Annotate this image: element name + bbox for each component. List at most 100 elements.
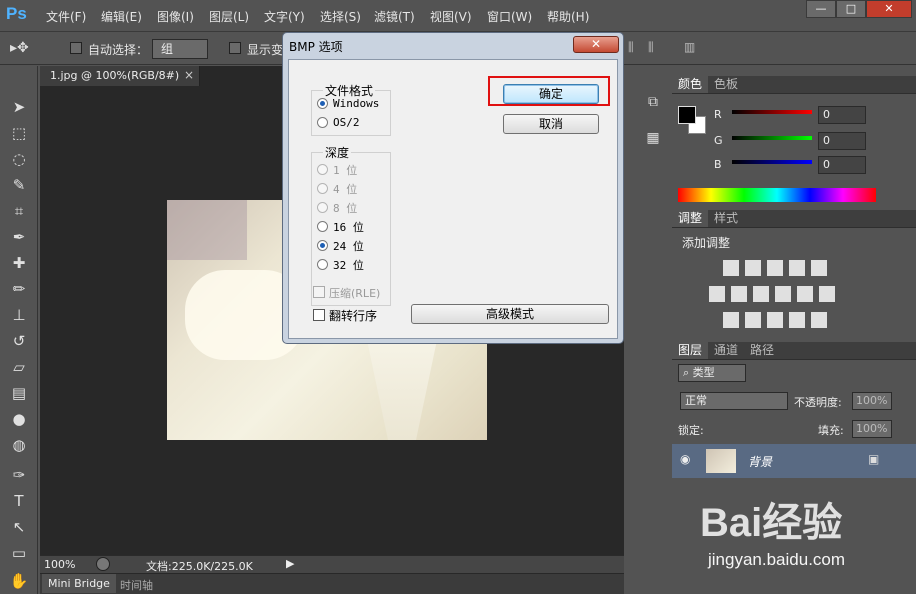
format-windows-radio[interactable] — [317, 98, 328, 109]
hand-tool-icon[interactable]: ✋ — [8, 570, 30, 592]
close-window-button[interactable]: ✕ — [866, 0, 912, 18]
quick-select-tool-icon[interactable]: ✎ — [8, 174, 30, 196]
color-balance-adjust-icon[interactable] — [731, 286, 747, 302]
dialog-close-button[interactable]: ✕ — [573, 36, 619, 53]
dodge-tool-icon[interactable]: ◍ — [8, 434, 30, 456]
curves-adjust-icon[interactable] — [767, 260, 783, 276]
depth-24-radio[interactable] — [317, 240, 328, 251]
tab-color[interactable]: 颜色 — [672, 76, 709, 93]
marquee-tool-icon[interactable]: ⬚ — [8, 122, 30, 144]
brush-tool-icon[interactable]: ✏ — [8, 278, 30, 300]
menu-filter[interactable]: 滤镜(T) — [374, 8, 415, 25]
vibrance-adjust-icon[interactable] — [811, 260, 827, 276]
auto-select-checkbox[interactable] — [70, 42, 82, 54]
hue-sat-adjust-icon[interactable] — [709, 286, 725, 302]
eyedropper-tool-icon[interactable]: ✒ — [8, 226, 30, 248]
history-brush-tool-icon[interactable]: ↺ — [8, 330, 30, 352]
channel-b-slider[interactable] — [732, 160, 812, 164]
tab-channels[interactable]: 通道 — [708, 342, 744, 359]
healing-brush-tool-icon[interactable]: ✚ — [8, 252, 30, 274]
depth-8-radio[interactable] — [317, 202, 328, 213]
layer-visibility-eye-icon[interactable]: ◉ — [680, 452, 690, 466]
selective-color-adjust-icon[interactable] — [789, 312, 805, 328]
exposure-adjust-icon[interactable] — [789, 260, 805, 276]
depth-24-label[interactable]: 24 位 — [333, 238, 364, 254]
depth-1-radio[interactable] — [317, 164, 328, 175]
history-panel-icon[interactable]: ⧉ — [644, 94, 662, 112]
menu-edit[interactable]: 编辑(E) — [101, 8, 142, 25]
tab-timeline[interactable]: 时间轴 — [120, 577, 153, 593]
tab-adjustments[interactable]: 调整 — [672, 210, 709, 227]
channel-r-value[interactable]: 0 — [818, 106, 866, 124]
auto-select-dropdown[interactable]: 组 — [152, 39, 208, 59]
channel-mixer-adjust-icon[interactable] — [797, 286, 813, 302]
flip-row-order-label[interactable]: 翻转行序 — [329, 307, 377, 324]
menu-image[interactable]: 图像(I) — [157, 8, 194, 25]
minimize-button[interactable]: — — [806, 0, 836, 18]
depth-32-label[interactable]: 32 位 — [333, 257, 364, 273]
format-os2-radio[interactable] — [317, 117, 328, 128]
bw-adjust-icon[interactable] — [753, 286, 769, 302]
channel-g-value[interactable]: 0 — [818, 132, 866, 150]
move-tool-icon[interactable]: ▸✥ — [10, 40, 29, 56]
menu-select[interactable]: 选择(S) — [320, 8, 361, 25]
flip-row-order-checkbox[interactable] — [313, 309, 325, 321]
channel-r-slider[interactable] — [732, 110, 812, 114]
cancel-button[interactable]: 取消 — [503, 114, 599, 134]
format-windows-label[interactable]: Windows — [333, 97, 379, 110]
maximize-button[interactable]: □ — [836, 0, 866, 18]
levels-adjust-icon[interactable] — [745, 260, 761, 276]
show-transform-checkbox[interactable] — [229, 42, 241, 54]
channel-b-value[interactable]: 0 — [818, 156, 866, 174]
photo-filter-adjust-icon[interactable] — [775, 286, 791, 302]
document-tab-close-icon[interactable]: × — [184, 68, 194, 82]
tab-paths[interactable]: 路径 — [744, 342, 780, 359]
invert-adjust-icon[interactable] — [723, 312, 739, 328]
zoom-level[interactable]: 100% — [44, 558, 75, 571]
menu-help[interactable]: 帮助(H) — [547, 8, 589, 25]
menu-layer[interactable]: 图层(L) — [209, 8, 249, 25]
auto-align-icon[interactable]: ▥ — [684, 40, 695, 54]
fill-input[interactable]: 100% — [852, 420, 892, 438]
move-tool-icon[interactable]: ➤ — [8, 96, 30, 118]
document-tab[interactable]: 1.jpg @ 100%(RGB/8#) × — [40, 66, 200, 86]
depth-32-radio[interactable] — [317, 259, 328, 270]
color-spectrum-bar[interactable] — [678, 188, 876, 202]
threshold-adjust-icon[interactable] — [767, 312, 783, 328]
gradient-tool-icon[interactable]: ▤ — [8, 382, 30, 404]
layer-row-background[interactable]: ◉ 背景 ▣ — [672, 444, 916, 478]
status-icon[interactable] — [96, 557, 110, 571]
status-menu-arrow-icon[interactable]: ▶ — [286, 557, 294, 570]
advanced-mode-button[interactable]: 高级模式 — [411, 304, 609, 324]
menu-file[interactable]: 文件(F) — [46, 8, 86, 25]
depth-4-radio[interactable] — [317, 183, 328, 194]
opacity-input[interactable]: 100% — [852, 392, 892, 410]
tab-swatches[interactable]: 色板 — [708, 76, 744, 93]
properties-panel-icon[interactable]: ▦ — [644, 130, 662, 148]
tab-mini-bridge[interactable]: Mini Bridge — [42, 574, 116, 593]
path-select-tool-icon[interactable]: ↖ — [8, 516, 30, 538]
gradient-map-adjust-icon[interactable] — [811, 312, 827, 328]
format-os2-label[interactable]: OS/2 — [333, 116, 360, 129]
layer-name[interactable]: 背景 — [748, 453, 772, 470]
pen-tool-icon[interactable]: ✑ — [8, 464, 30, 486]
tab-layers[interactable]: 图层 — [672, 342, 709, 359]
channel-g-slider[interactable] — [732, 136, 812, 140]
tab-styles[interactable]: 样式 — [708, 210, 744, 227]
stamp-tool-icon[interactable]: ⊥ — [8, 304, 30, 326]
crop-tool-icon[interactable]: ⌗ — [8, 200, 30, 222]
eraser-tool-icon[interactable]: ▱ — [8, 356, 30, 378]
type-tool-icon[interactable]: T — [8, 490, 30, 512]
color-lookup-adjust-icon[interactable] — [819, 286, 835, 302]
depth-16-label[interactable]: 16 位 — [333, 219, 364, 235]
compress-rle-checkbox[interactable] — [313, 286, 325, 298]
align-icon[interactable]: ⫼ — [628, 40, 634, 55]
posterize-adjust-icon[interactable] — [745, 312, 761, 328]
blur-tool-icon[interactable]: ● — [8, 408, 30, 430]
depth-16-radio[interactable] — [317, 221, 328, 232]
menu-window[interactable]: 窗口(W) — [487, 8, 532, 25]
shape-tool-icon[interactable]: ▭ — [8, 542, 30, 564]
brightness-adjust-icon[interactable] — [723, 260, 739, 276]
layer-filter-dropdown[interactable]: ⌕ 类型 — [678, 364, 746, 382]
blend-mode-dropdown[interactable]: 正常 — [680, 392, 788, 410]
